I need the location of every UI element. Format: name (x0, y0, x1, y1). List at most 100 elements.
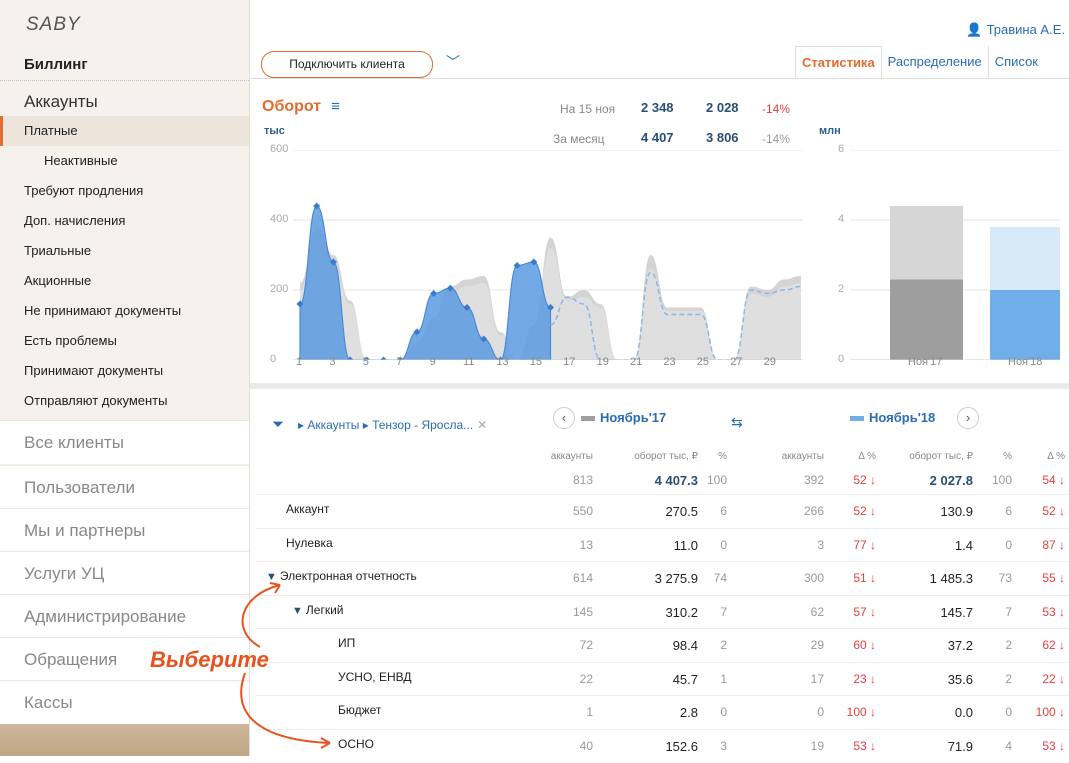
table-cell: 0 (720, 537, 727, 552)
col-header: оборот тыс, ₽ (634, 451, 698, 462)
table-cell: 2 (1005, 671, 1012, 686)
table-cell: 0 (817, 705, 824, 719)
x-tick-label: 19 (596, 356, 609, 368)
table-cell: 71.9 (947, 738, 973, 754)
connect-client-button[interactable]: Подключить клиента (261, 51, 433, 78)
turnover-title[interactable]: Оборот ≡ (262, 98, 340, 116)
sidebar-item-extra-charges[interactable]: Доп. начисления (24, 213, 125, 228)
table-cell: 40 (579, 738, 593, 753)
sidebar-group-all-clients[interactable]: Все клиенты (0, 420, 249, 464)
sidebar-item-accepting[interactable]: Принимают документы (24, 363, 163, 378)
divider (0, 80, 249, 81)
table-cell: 2 (1005, 638, 1012, 652)
sidebar-item-promo[interactable]: Акционные (24, 273, 91, 288)
user-icon: 👤 (966, 22, 983, 37)
stat-value: 2 348 (641, 100, 674, 115)
view-tabs: Статистика Распределение Список (795, 46, 1044, 78)
sidebar-group-cash[interactable]: Кассы (0, 680, 249, 724)
period-right[interactable]: Ноябрь'18 (850, 410, 935, 425)
sidebar-footer-decor (0, 724, 249, 756)
prev-period-button[interactable]: ‹ (553, 407, 575, 429)
x-tick-label: 25 (696, 356, 710, 368)
table-cell: 1 (720, 671, 727, 686)
table-cell: 0 (1005, 705, 1012, 719)
sidebar-group-users[interactable]: Пользователи (0, 465, 249, 509)
col-header: % (718, 451, 727, 462)
breadcrumb[interactable]: ▸ Аккаунты ▸ Тензор - Яросла... ✕ (298, 418, 487, 432)
swap-icon[interactable]: ⇆ (731, 414, 743, 431)
tab-statistics[interactable]: Статистика (795, 46, 882, 78)
tab-list[interactable]: Список (987, 46, 1044, 78)
row-name: Аккаунт (286, 502, 329, 516)
sidebar-item-inactive[interactable]: Неактивные (44, 153, 118, 168)
x-tick-label: 23 (663, 356, 676, 368)
y-tick-label: 0 (270, 353, 277, 365)
close-icon[interactable]: ✕ (477, 418, 487, 432)
user-menu[interactable]: 👤 Травина А.Е. (966, 22, 1065, 38)
app-logo[interactable]: SABY (26, 14, 81, 36)
y-tick-label: 600 (270, 143, 289, 155)
table-cell: 0.0 (954, 705, 973, 720)
total-cell: 100 (706, 473, 727, 487)
table-cell: 60 ↓ (853, 638, 876, 652)
table-cell: 6 (1005, 504, 1012, 518)
table-cell: 55 ↓ (1042, 571, 1065, 585)
table-cell: 7 (1005, 604, 1012, 619)
table-cell: 152.6 (665, 738, 698, 754)
breadcrumb-text: ▸ Аккаунты ▸ Тензор - Яросла... (298, 418, 474, 432)
table-cell: 614 (572, 571, 593, 585)
table-cell: 37.2 (947, 638, 973, 653)
table-row[interactable]: Аккаунт 550 270.5 6 266 52 ↓ 130.9 6 52 ↓ (256, 494, 1069, 528)
x-tick-label: 21 (630, 356, 643, 368)
table-cell: 17 (810, 671, 824, 686)
data-point (379, 356, 388, 360)
x-tick-label: 1 (296, 356, 303, 368)
y-tick-label: 400 (270, 213, 289, 225)
table-cell: 72 (579, 638, 593, 652)
stat-value: 3 806 (706, 130, 739, 145)
x-tick-label: 7 (396, 356, 403, 368)
x-tick-label: 27 (730, 356, 743, 368)
col-header: аккаунты (781, 451, 824, 462)
y-tick-label: 200 (270, 283, 289, 295)
row-label: Нулевка (286, 535, 333, 550)
table-cell: 22 ↓ (1042, 671, 1065, 686)
table-cell: 1.4 (954, 537, 973, 553)
sidebar-item-not-accepting[interactable]: Не принимают документы (24, 303, 181, 318)
total-cell: 54 ↓ (1042, 473, 1065, 487)
period-right-label: Ноябрь'18 (869, 410, 936, 425)
bar-segment (990, 290, 1060, 360)
table-row[interactable]: Нулевка 13 11.0 0 3 77 ↓ 1.4 0 87 ↓ (256, 527, 1069, 562)
sidebar-accounts-title[interactable]: Аккаунты (24, 92, 98, 112)
period-left[interactable]: Ноябрь'17 (581, 410, 666, 425)
next-period-button[interactable]: › (957, 407, 979, 429)
col-header: аккаунты (550, 451, 593, 462)
x-tick-label: 13 (496, 356, 509, 368)
x-tick-label: 3 (329, 356, 336, 368)
sidebar-group-ca-services[interactable]: Услуги УЦ (0, 551, 249, 595)
sidebar-group-partners[interactable]: Мы и партнеры (0, 508, 249, 552)
sidebar-item-paid[interactable]: Платные (0, 116, 249, 146)
table-cell: 22 (579, 671, 593, 686)
sidebar-item-need-renewal[interactable]: Требуют продления (24, 183, 143, 198)
y-tick-label: 6 (838, 143, 845, 155)
chevron-down-icon[interactable]: ﹀ (446, 52, 460, 72)
total-cell: 4 407.3 (654, 473, 698, 488)
table-cell: 1 485.3 (929, 571, 973, 586)
list-menu-icon[interactable]: ≡ (331, 98, 340, 115)
sidebar-item-sending[interactable]: Отправляют документы (24, 393, 167, 408)
section-title[interactable]: Биллинг (24, 56, 88, 73)
sidebar-group-administration[interactable]: Администрирование (0, 594, 249, 638)
sidebar-item-trial[interactable]: Триальные (24, 243, 91, 258)
bar-segment (990, 227, 1060, 290)
total-cell: 392 (803, 473, 824, 487)
series-area (299, 205, 552, 360)
filter-icon[interactable]: ⏷ (272, 416, 284, 433)
tab-distribution[interactable]: Распределение (882, 46, 988, 78)
total-cell: 52 ↓ (853, 473, 876, 487)
table-cell: 1 (586, 705, 593, 719)
table-cell: 100 ↓ (1035, 705, 1065, 719)
sidebar-item-problems[interactable]: Есть проблемы (24, 333, 117, 348)
stat-label-15nov: На 15 ноя (560, 102, 616, 116)
x-tick-label: Ноя'17 (908, 356, 943, 368)
